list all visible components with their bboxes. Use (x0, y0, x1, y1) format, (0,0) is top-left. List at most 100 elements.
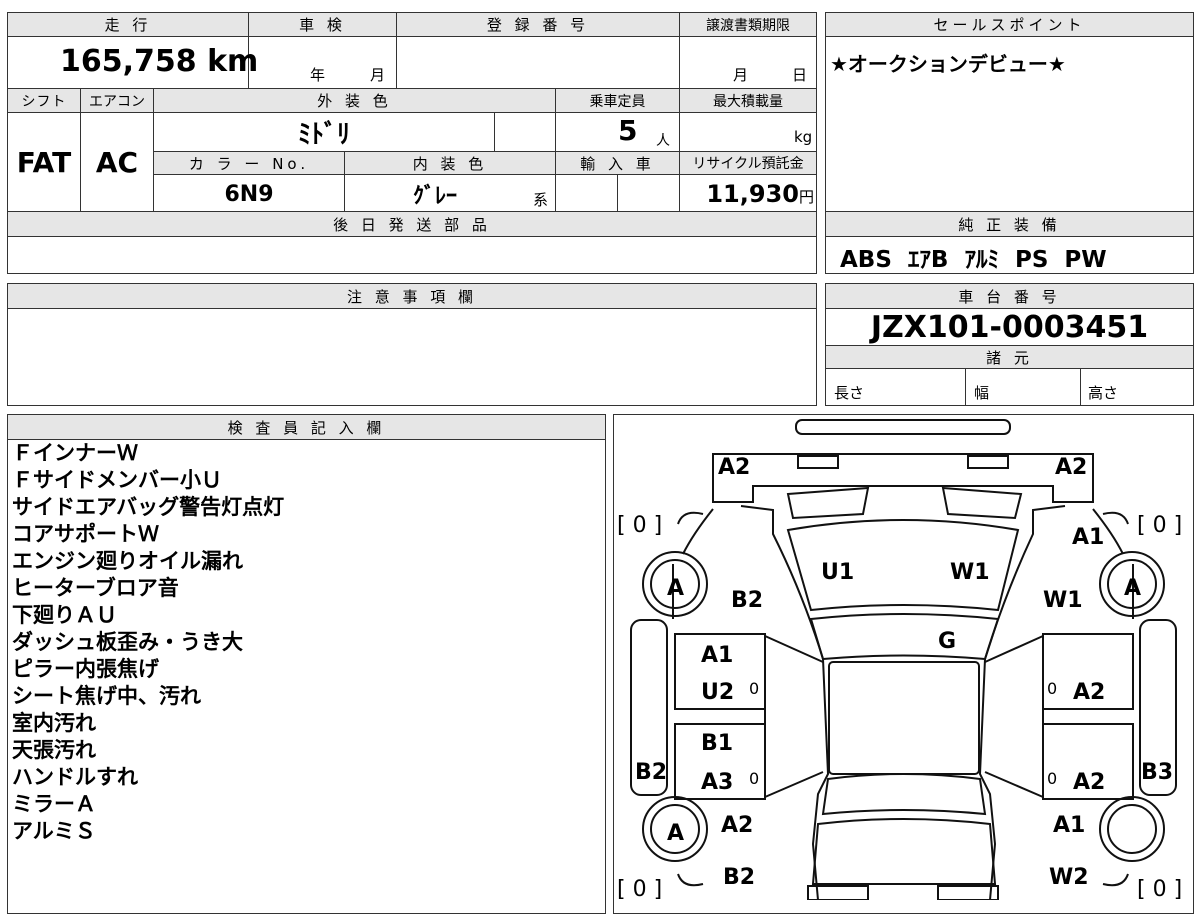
chassis-header: 車 台 番 号 (826, 284, 1193, 308)
sales-point-box (825, 12, 1194, 212)
ac-header: エアコン (81, 89, 153, 112)
inspection-header: 車 検 (249, 13, 396, 36)
rear-right-wheel (1107, 804, 1157, 854)
capacity-value: 5 (618, 114, 638, 147)
chassis-number: JZX101-0003451 (870, 309, 1149, 345)
headlight-right (967, 455, 1009, 469)
label-side-right: B3 (1141, 760, 1173, 785)
rear-right-wheel-outer (1099, 796, 1165, 862)
recycle-value: 11,930円 (680, 180, 814, 208)
list-item: ミラーＡ (12, 792, 96, 816)
label-hood-w: W1 (950, 560, 990, 585)
list-item: エンジン廻りオイル漏れ (12, 549, 243, 573)
list-item: 下廻りＡＵ (12, 603, 117, 627)
later-parts-header: 後 日 発 送 部 品 (8, 212, 816, 236)
label-rear-door-left-2: A3 (701, 770, 733, 795)
length-label: 長さ (834, 384, 865, 402)
equipment-text: ABS ｴｱB ｱﾙﾐ PS PW (840, 247, 1107, 273)
label-fender-left: B2 (731, 588, 763, 613)
list-item: アルミＳ (12, 819, 96, 843)
rear-window (821, 773, 987, 816)
capacity-unit: 人 (656, 133, 670, 149)
list-item: Ｆサイドメンバー小Ｕ (12, 468, 222, 492)
label-front-door-right: A2 (1073, 680, 1105, 705)
interior-value: ｸﾞﾚｰ (412, 184, 457, 209)
bracket-zero-fr: [ 0 ] (1137, 513, 1182, 538)
list-item: ピラー内張焦げ (12, 657, 159, 681)
shift-value: FAT (16, 145, 72, 179)
label-hood-u: U1 (821, 560, 854, 585)
bracket-zero-fl: [ 0 ] (617, 513, 662, 538)
mileage-value: 165,758 km (60, 44, 258, 84)
label-rear-door-left-1: B1 (701, 731, 733, 756)
interior-suffix: 系 (533, 191, 549, 209)
height-label: 高さ (1088, 384, 1119, 402)
small-zero-2: 0 (1047, 679, 1057, 698)
mileage-number: 165,758 (60, 44, 197, 79)
import-header: 輸 入 車 (556, 152, 679, 174)
list-item: 天張汚れ (12, 738, 96, 762)
list-item: ダッシュ板歪み・うき大 (12, 630, 243, 654)
list-item: 室内汚れ (12, 711, 96, 735)
exterior-value: ﾐﾄﾞﾘ (297, 119, 350, 150)
inspection-year: 年 (310, 66, 326, 84)
small-zero-1: 0 (749, 679, 759, 698)
registration-header: 登 録 番 号 (397, 13, 679, 36)
label-rear-left: B2 (723, 865, 755, 890)
windshield (809, 613, 1000, 661)
color-no-header: カ ラ ー No. (154, 152, 344, 174)
bracket-zero-rr: [ 0 ] (1137, 877, 1182, 900)
list-item: ヒーターブロア音 (12, 576, 179, 600)
front-bumper (795, 419, 1011, 435)
recycle-number: 11,930 (706, 180, 799, 208)
sales-point-header: セールスポイント (826, 13, 1193, 36)
sales-point-text: ★オークションデビュー★ (830, 52, 1066, 76)
label-front-left: A2 (718, 455, 750, 480)
car-diagram: [ 0 ] [ 0 ] [ 0 ] [ 0 ] A A A A2 A2 A1 U… (617, 419, 1182, 900)
small-zero-3: 0 (749, 769, 759, 788)
small-zero-4: 0 (1047, 769, 1057, 788)
ac-value: AC (95, 145, 139, 179)
exterior-header: 外 装 色 (154, 89, 555, 112)
width-label: 幅 (974, 384, 990, 402)
interior-header: 内 装 色 (345, 152, 555, 174)
wheel-label-fl: A (667, 576, 684, 601)
color-no-value: 6N9 (224, 181, 274, 207)
load-unit: kg (794, 128, 813, 146)
headlight-left (797, 455, 839, 469)
label-side-left: B2 (635, 760, 667, 785)
equipment-header: 純 正 装 備 (826, 212, 1193, 236)
trunk (811, 818, 997, 885)
list-item: コアサポートＷ (12, 522, 159, 546)
front-body (712, 453, 1094, 503)
body-outline (740, 505, 1066, 900)
label-fender-right: A1 (1072, 525, 1104, 550)
mileage-unit: km (207, 44, 259, 79)
label-fender-right-w: W1 (1043, 588, 1083, 613)
label-windshield: G (938, 629, 956, 654)
recycle-header: リサイクル預託金 (680, 152, 816, 174)
label-rear-fender-left: A2 (721, 813, 753, 838)
transfer-header: 譲渡書類期限 (680, 13, 816, 36)
load-header: 最大積載量 (680, 89, 816, 112)
roof (828, 661, 980, 775)
wheel-label-rl: A (667, 821, 684, 846)
recycle-unit: 円 (798, 188, 814, 206)
transfer-day: 日 (792, 66, 808, 84)
label-front-door-left-1: A1 (701, 643, 733, 668)
list-item: ハンドルすれ (12, 765, 138, 789)
list-item: ＦインナーＷ (12, 441, 138, 465)
inspector-header: 検 査 員 記 入 欄 (8, 415, 605, 439)
label-rear-fender-right: A1 (1053, 813, 1085, 838)
label-front-door-left-2: U2 (701, 680, 734, 705)
capacity-header: 乗車定員 (556, 89, 679, 112)
label-rear-right: W2 (1049, 865, 1089, 890)
dims-header: 諸 元 (826, 346, 1193, 368)
label-rear-door-right: A2 (1073, 770, 1105, 795)
label-front-right: A2 (1055, 455, 1087, 480)
list-item: サイドエアバッグ警告灯点灯 (12, 495, 285, 519)
inspection-month: 月 (370, 66, 386, 84)
bracket-zero-rl: [ 0 ] (617, 877, 662, 900)
shift-header: シフト (8, 89, 80, 112)
list-item: シート焦げ中、汚れ (12, 684, 201, 708)
